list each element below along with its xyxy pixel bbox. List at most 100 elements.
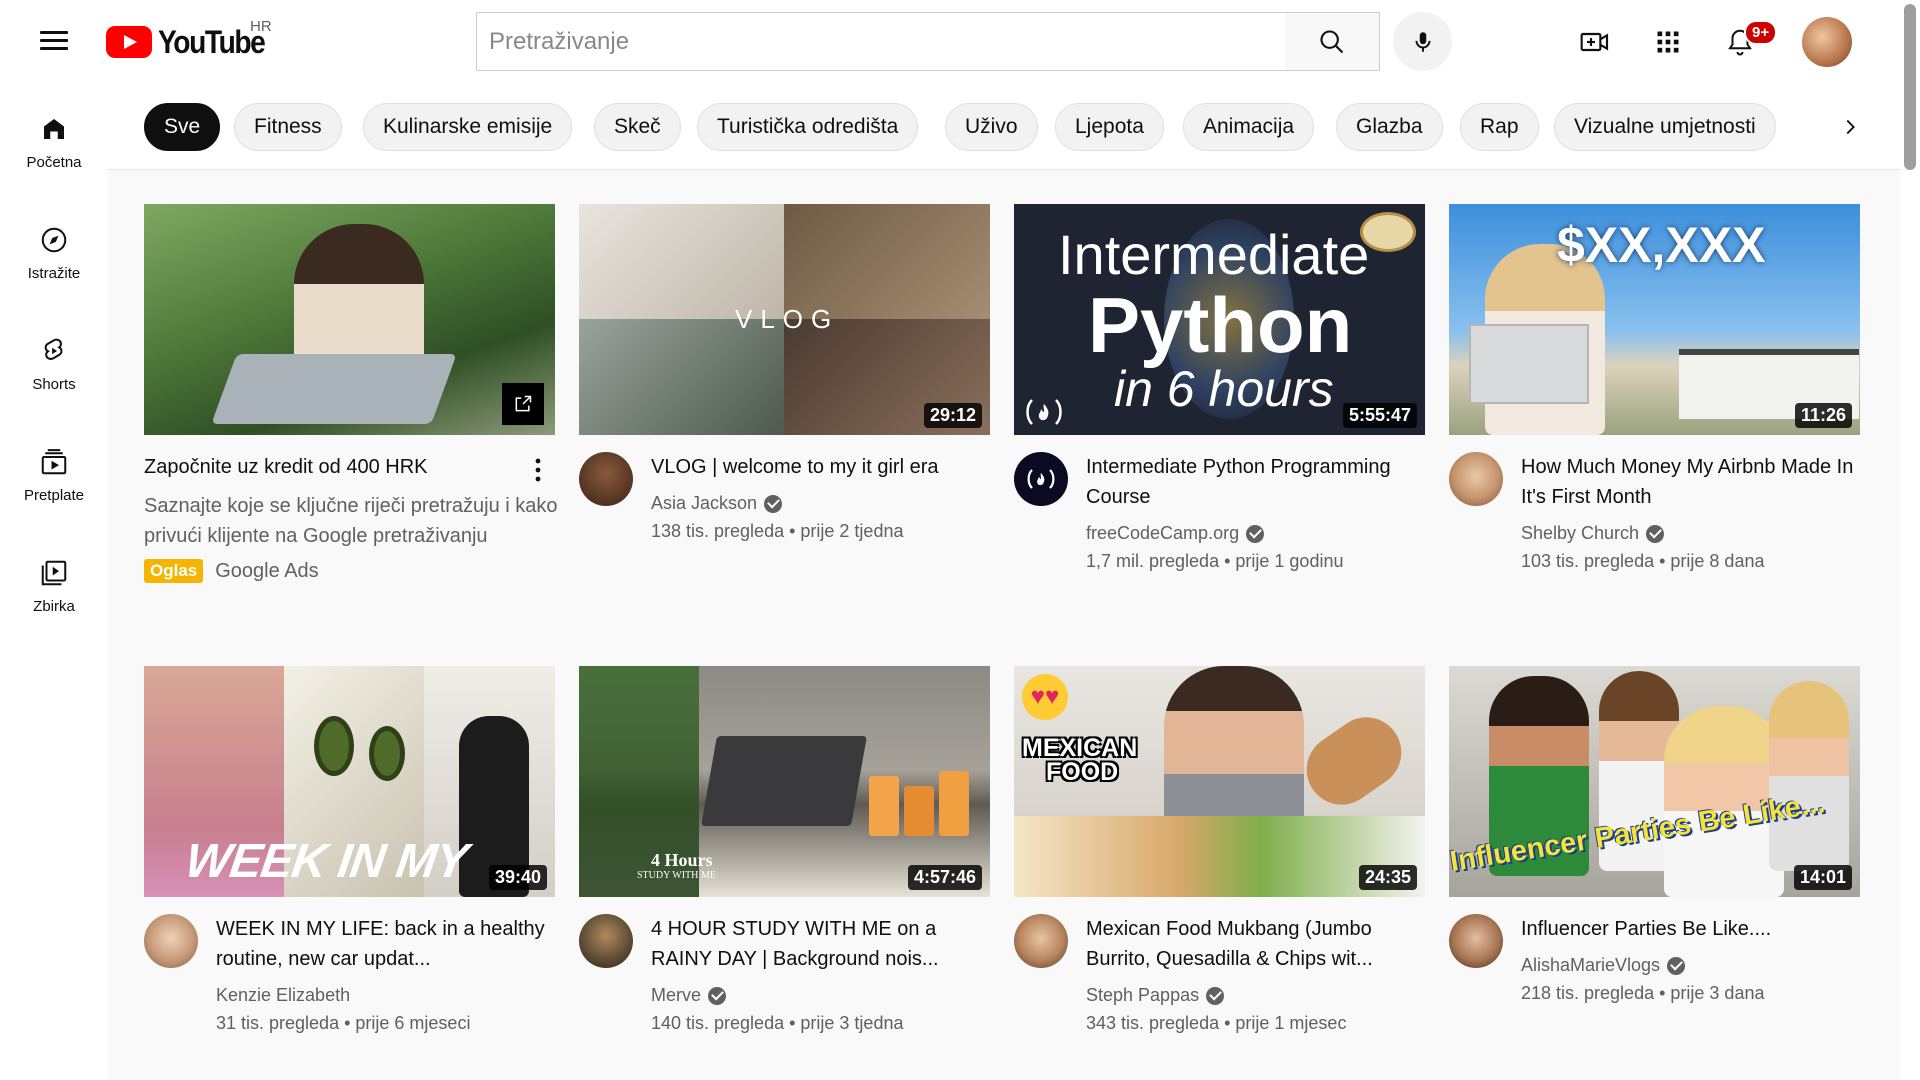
create-video-button[interactable] (1567, 14, 1623, 70)
video-thumbnail[interactable]: $XX,XXX 11:26 (1449, 204, 1860, 435)
video-meta: 343 tis. pregleda • prije 1 mjesec (1086, 1013, 1347, 1033)
video-views: 103 tis. pregleda (1521, 551, 1655, 571)
video-views: 343 tis. pregleda (1086, 1013, 1220, 1033)
account-avatar[interactable] (1802, 17, 1852, 67)
video-meta: 31 tis. pregleda • prije 6 mjeseci (216, 1013, 471, 1033)
channel-avatar[interactable] (1449, 452, 1503, 506)
external-link-button[interactable] (502, 383, 544, 425)
video-thumbnail[interactable]: VLOG 29:12 (579, 204, 990, 435)
notification-badge: 9+ (1744, 20, 1778, 45)
video-title[interactable]: WEEK IN MY LIFE: back in a healthy routi… (216, 914, 561, 974)
search-button[interactable] (1285, 12, 1380, 71)
video-views: 1,7 mil. pregleda (1086, 551, 1220, 571)
verified-icon (1206, 986, 1225, 1005)
channel-name[interactable]: Shelby Church (1521, 523, 1665, 544)
thumbnail-text: 4 Hours (651, 850, 713, 870)
channel-avatar[interactable] (1014, 914, 1068, 968)
menu-icon[interactable] (36, 26, 72, 58)
channel-name[interactable]: Kenzie Elizabeth (216, 985, 350, 1006)
video-title[interactable]: Influencer Parties Be Like.... (1521, 914, 1866, 944)
channel-name-text: Shelby Church (1521, 523, 1640, 543)
video-title[interactable]: Mexican Food Mukbang (Jumbo Burrito, Que… (1086, 914, 1431, 974)
chip-travel[interactable]: Turistička odredišta (697, 103, 919, 151)
sidebar-item-home[interactable]: Početna (4, 86, 104, 190)
channel-name-text: Steph Pappas (1086, 985, 1200, 1005)
ad-title[interactable]: Započnite uz kredit od 400 HRK (144, 452, 534, 482)
compass-icon (41, 227, 67, 253)
video-duration: 4:57:46 (907, 865, 982, 890)
chip-fitness[interactable]: Fitness (234, 103, 342, 151)
thumbnail-text: in 6 hours (1114, 361, 1334, 417)
ad-advertiser[interactable]: Google Ads (215, 560, 318, 583)
channel-avatar[interactable] (1449, 914, 1503, 968)
youtube-play-icon (106, 26, 152, 58)
video-duration: 5:55:47 (1342, 403, 1417, 428)
video-title[interactable]: How Much Money My Airbnb Made In It's Fi… (1521, 452, 1866, 512)
channel-avatar[interactable] (579, 452, 633, 506)
channel-avatar[interactable] (1014, 452, 1068, 506)
candle-shape (904, 786, 934, 836)
apps-button[interactable] (1640, 14, 1696, 70)
video-title[interactable]: Intermediate Python Programming Course (1086, 452, 1431, 512)
chip-all[interactable]: Sve (144, 103, 221, 151)
thumb-person (1769, 681, 1849, 871)
channel-name-text: Asia Jackson (651, 493, 758, 513)
video-title[interactable]: 4 HOUR STUDY WITH ME on a RAINY DAY | Ba… (651, 914, 996, 974)
thumbnail-text: FOOD (1046, 758, 1119, 786)
more-options-icon[interactable] (528, 456, 548, 484)
channel-name-text: freeCodeCamp.org (1086, 523, 1240, 543)
thumb-panel (579, 319, 784, 435)
sidebar-item-explore[interactable]: Istražite (4, 197, 104, 301)
thumbnail-text: $XX,XXX (1557, 217, 1766, 273)
video-thumbnail[interactable]: 4 Hours STUDY WITH ME 4:57:46 (579, 666, 990, 897)
video-thumbnail[interactable]: Influencer Parties Be Like... 14:01 (1449, 666, 1860, 897)
sidebar-item-shorts[interactable]: Shorts (4, 308, 104, 412)
laptop (211, 354, 457, 424)
channel-name[interactable]: Asia Jackson (651, 493, 783, 514)
video-thumbnail[interactable]: Intermediate Python in 6 hours 5:55:47 (1014, 204, 1425, 435)
top-bar: YouTube HR 9+ (0, 0, 1920, 86)
sidebar-item-subscriptions[interactable]: Pretplate (4, 419, 104, 523)
chip-beauty[interactable]: Ljepota (1055, 103, 1164, 151)
video-thumbnail[interactable]: WEEK IN MY LIFE 39:40 (144, 666, 555, 897)
chip-visual-arts[interactable]: Vizualne umjetnosti (1554, 103, 1776, 151)
sidebar-item-library[interactable]: Zbirka (4, 530, 104, 634)
subscriptions-icon (41, 449, 67, 475)
sidebar-item-label: Pretplate (23, 487, 85, 504)
channel-avatar[interactable] (144, 914, 198, 968)
chip-rap[interactable]: Rap (1460, 103, 1539, 151)
chip-sketch[interactable]: Skeč (594, 103, 681, 151)
video-meta: 103 tis. pregleda • prije 8 dana (1521, 551, 1765, 571)
channel-name[interactable]: Merve (651, 985, 727, 1006)
chip-music[interactable]: Glazba (1336, 103, 1443, 151)
channel-avatar[interactable] (579, 914, 633, 968)
channel-name-text: Merve (651, 985, 702, 1005)
library-icon (41, 560, 67, 586)
candle-shape (939, 771, 969, 836)
sidebar: Početna Istražite Shorts Pretplate Zbirk… (0, 86, 108, 1080)
channel-name[interactable]: AlishaMarieVlogs (1521, 955, 1686, 976)
video-meta: 138 tis. pregleda • prije 2 tjedna (651, 521, 904, 541)
channel-name[interactable]: freeCodeCamp.org (1086, 523, 1265, 544)
scrollbar-thumb[interactable] (1904, 4, 1916, 170)
sidebar-item-label: Zbirka (33, 598, 75, 615)
video-title[interactable]: VLOG | welcome to my it girl era (651, 452, 996, 482)
chips-next-button[interactable] (1826, 103, 1874, 151)
video-age: prije 3 tjedna (800, 1013, 904, 1033)
video-thumbnail[interactable]: ♥♥ MEXICAN FOOD 24:35 (1014, 666, 1425, 897)
video-age: prije 6 mjeseci (355, 1013, 471, 1033)
voice-search-button[interactable] (1393, 12, 1452, 71)
chip-animation[interactable]: Animacija (1183, 103, 1315, 151)
ad-thumbnail[interactable] (144, 204, 555, 435)
search-field[interactable] (476, 12, 1286, 71)
home-icon (44, 119, 64, 139)
chip-cooking-shows[interactable]: Kulinarske emisije (363, 103, 573, 151)
chip-live[interactable]: Uživo (945, 103, 1038, 151)
video-meta: 218 tis. pregleda • prije 3 dana (1521, 983, 1765, 1003)
avocado-shape (314, 716, 354, 776)
search-input[interactable] (489, 27, 1285, 56)
country-code: HR (250, 18, 272, 35)
verified-icon (1667, 956, 1686, 975)
laptop (701, 736, 867, 826)
channel-name[interactable]: Steph Pappas (1086, 985, 1225, 1006)
